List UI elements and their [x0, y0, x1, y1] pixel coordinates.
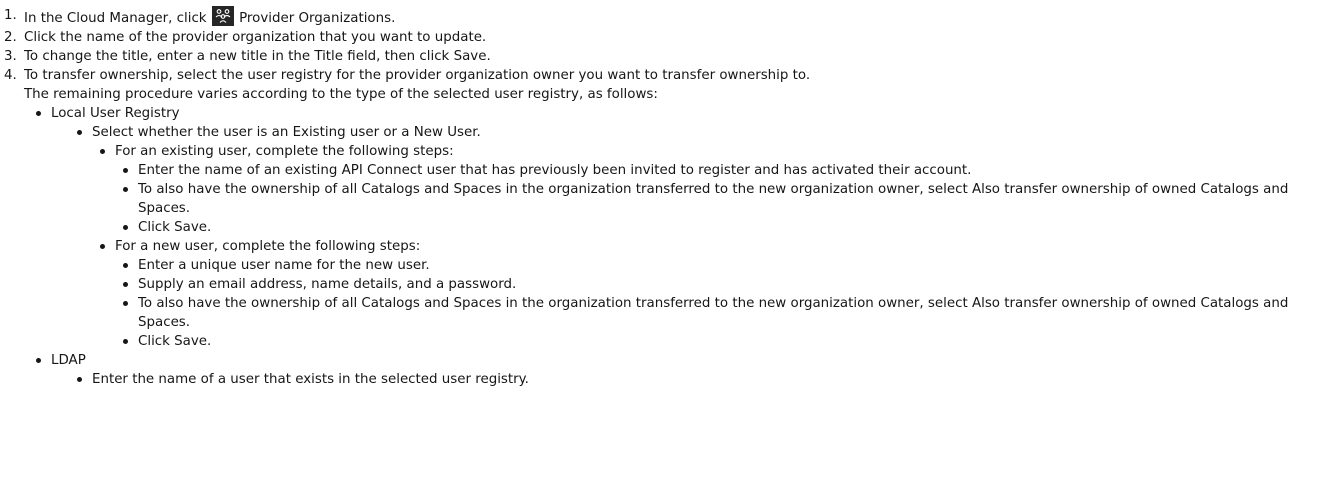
existing-user-intro: For an existing user, complete the follo…: [115, 144, 454, 159]
ldap-sublist: Enter the name of a user that exists in …: [51, 370, 1336, 389]
list-item: To also have the ownership of all Catalo…: [123, 180, 1336, 218]
step-number: 4.: [4, 68, 17, 83]
registry-list: Local User Registry Select whether the u…: [24, 104, 1336, 389]
list-item: Supply an email address, name details, a…: [123, 275, 1336, 294]
list-item-select-user-type: Select whether the user is an Existing u…: [77, 123, 1336, 351]
user-type-list: For an existing user, complete the follo…: [92, 142, 1336, 351]
step-text-suffix: Provider Organizations.: [239, 11, 396, 26]
step-4: 4. To transfer ownership, select the use…: [4, 66, 1336, 389]
existing-user-steps: Enter the name of an existing API Connec…: [115, 161, 1336, 237]
step-continuation: The remaining procedure varies according…: [24, 87, 658, 102]
list-item: To also have the ownership of all Catalo…: [123, 294, 1336, 332]
new-user-steps: Enter a unique user name for the new use…: [115, 256, 1336, 351]
list-item: Enter the name of an existing API Connec…: [123, 161, 1336, 180]
provider-organizations-icon: [211, 6, 234, 26]
list-item-new-user: For a new user, complete the following s…: [100, 237, 1336, 351]
select-user-type-text: Select whether the user is an Existing u…: [92, 125, 481, 140]
local-registry-sublist: Select whether the user is an Existing u…: [51, 123, 1336, 351]
step-number: 1.: [4, 8, 17, 23]
list-item: Click Save.: [123, 218, 1336, 237]
procedure-document: 1. In the Cloud Manager, click Provider …: [0, 0, 1340, 389]
step-number: 2.: [4, 30, 17, 45]
list-item: Enter a unique user name for the new use…: [123, 256, 1336, 275]
step-text: To change the title, enter a new title i…: [24, 49, 491, 64]
list-item: Click Save.: [123, 332, 1336, 351]
list-item-ldap: LDAP Enter the name of a user that exist…: [36, 351, 1336, 389]
registry-label: LDAP: [51, 353, 86, 368]
step-2: 2. Click the name of the provider organi…: [4, 28, 1336, 47]
list-item: Enter the name of a user that exists in …: [77, 370, 1336, 389]
step-1: 1. In the Cloud Manager, click Provider …: [4, 6, 1336, 28]
step-3: 3. To change the title, enter a new titl…: [4, 47, 1336, 66]
list-item-existing-user: For an existing user, complete the follo…: [100, 142, 1336, 237]
step-text: To transfer ownership, select the user r…: [24, 68, 811, 83]
step-number: 3.: [4, 49, 17, 64]
registry-label: Local User Registry: [51, 106, 180, 121]
new-user-intro: For a new user, complete the following s…: [115, 239, 421, 254]
steps-list: 1. In the Cloud Manager, click Provider …: [4, 6, 1336, 389]
list-item-local-registry: Local User Registry Select whether the u…: [36, 104, 1336, 351]
step-text: Click the name of the provider organizat…: [24, 30, 487, 45]
step-text: In the Cloud Manager, click: [24, 11, 207, 26]
